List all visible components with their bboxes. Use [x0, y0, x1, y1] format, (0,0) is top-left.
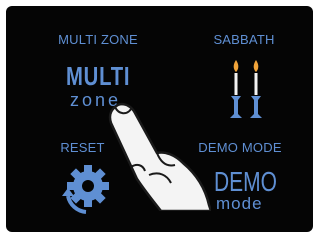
sabbath-button[interactable]: SABBATH [174, 32, 313, 47]
candles-icon[interactable] [228, 58, 268, 122]
multi-zone-label: MULTI ZONE [58, 32, 138, 47]
page-indicator [6, 226, 313, 232]
screen: MULTI ZONE MULTI zone SABBATH RESET DEMO… [6, 6, 313, 232]
multi-zone-icon[interactable]: MULTI [66, 61, 130, 92]
pointing-hand-icon [108, 102, 211, 211]
multi-zone-button[interactable]: MULTI ZONE [28, 32, 168, 47]
sabbath-label: SABBATH [213, 32, 275, 47]
demo-mode-icon-sub[interactable]: mode [216, 194, 263, 214]
